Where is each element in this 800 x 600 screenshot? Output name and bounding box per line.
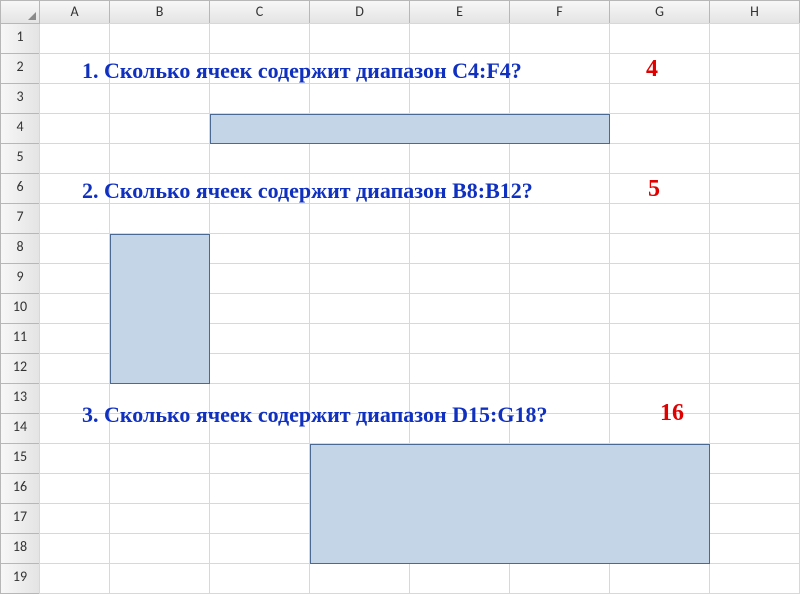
row-header-1[interactable]: 1 [0, 24, 40, 54]
col-header-c[interactable]: C [210, 0, 310, 24]
question-2-answer: 5 [648, 176, 660, 203]
row-header-18[interactable]: 18 [0, 534, 40, 564]
column-headers: ABCDEFGH [0, 0, 800, 24]
range-d15-g18 [310, 444, 710, 564]
row-header-3[interactable]: 3 [0, 84, 40, 114]
col-header-h[interactable]: H [710, 0, 800, 24]
row-headers: 12345678910111213141516171819 [0, 24, 40, 594]
question-3-text: 3. Сколько ячеек содержит диапазон D15:G… [82, 402, 547, 428]
spreadsheet: ABCDEFGH 12345678910111213141516171819 1… [0, 0, 800, 600]
row-header-2[interactable]: 2 [0, 54, 40, 84]
col-header-b[interactable]: B [110, 0, 210, 24]
row-header-10[interactable]: 10 [0, 294, 40, 324]
select-all-corner[interactable] [0, 0, 40, 24]
row-header-17[interactable]: 17 [0, 504, 40, 534]
row-header-16[interactable]: 16 [0, 474, 40, 504]
question-3-answer: 16 [660, 400, 684, 427]
row-header-6[interactable]: 6 [0, 174, 40, 204]
cell-grid[interactable]: 1. Сколько ячеек содержит диапазон С4:F4… [40, 24, 800, 600]
col-header-a[interactable]: A [40, 0, 110, 24]
col-header-e[interactable]: E [410, 0, 510, 24]
row-header-5[interactable]: 5 [0, 144, 40, 174]
range-c4-f4 [210, 114, 610, 144]
row-header-7[interactable]: 7 [0, 204, 40, 234]
row-header-4[interactable]: 4 [0, 114, 40, 144]
col-header-d[interactable]: D [310, 0, 410, 24]
row-header-19[interactable]: 19 [0, 564, 40, 594]
row-header-8[interactable]: 8 [0, 234, 40, 264]
range-b8-b12 [110, 234, 210, 384]
col-header-g[interactable]: G [610, 0, 710, 24]
row-header-9[interactable]: 9 [0, 264, 40, 294]
question-2-text: 2. Сколько ячеек содержит диапазон B8:B1… [82, 178, 533, 204]
row-header-12[interactable]: 12 [0, 354, 40, 384]
question-1-text: 1. Сколько ячеек содержит диапазон С4:F4… [82, 58, 522, 84]
question-1-answer: 4 [646, 56, 658, 83]
row-header-11[interactable]: 11 [0, 324, 40, 354]
col-header-f[interactable]: F [510, 0, 610, 24]
row-header-14[interactable]: 14 [0, 414, 40, 444]
row-header-15[interactable]: 15 [0, 444, 40, 474]
row-header-13[interactable]: 13 [0, 384, 40, 414]
